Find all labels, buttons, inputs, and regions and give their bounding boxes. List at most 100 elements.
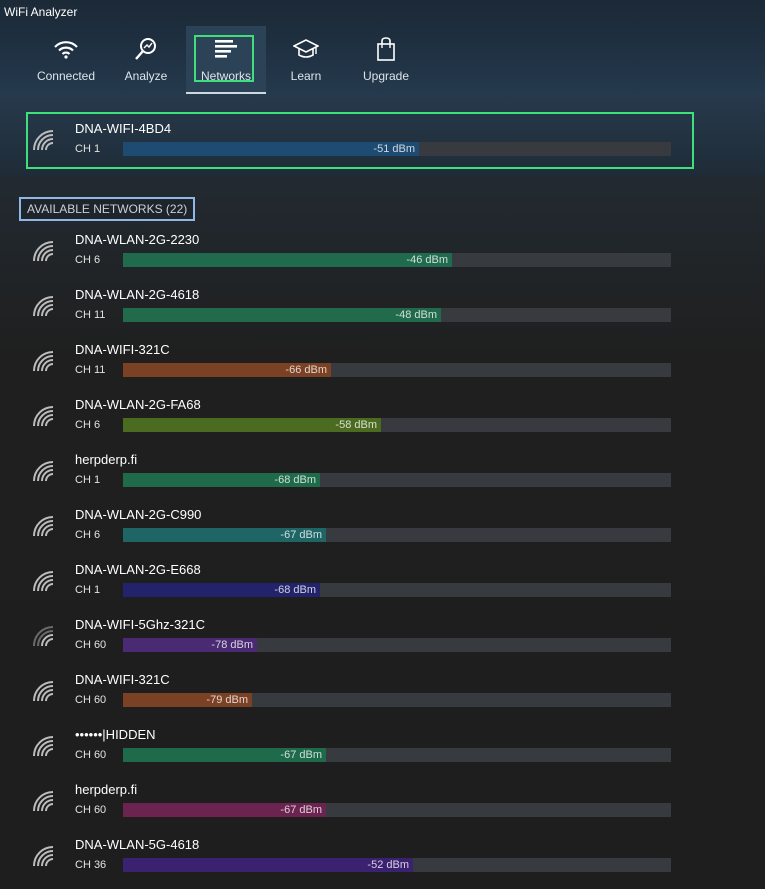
signal-strength: -67 dBm <box>280 749 322 761</box>
signal-bar-track: -68 dBm <box>123 473 671 487</box>
wifi-signal-icon <box>33 791 54 812</box>
network-ssid: ••••••|HIDDEN <box>75 727 156 742</box>
network-channel: CH 60 <box>75 694 107 706</box>
wifi-signal-icon <box>33 406 54 427</box>
network-ssid: DNA-WLAN-2G-C990 <box>75 507 202 522</box>
signal-bar-fill: -58 dBm <box>123 418 381 432</box>
network-row[interactable]: ••••••|HIDDEN CH 60 -67 dBm <box>0 724 765 779</box>
network-ssid: DNA-WLAN-2G-FA68 <box>75 397 201 412</box>
signal-strength: -58 dBm <box>335 419 377 431</box>
signal-bar-track: -67 dBm <box>123 528 671 542</box>
signal-bar-fill: -67 dBm <box>123 528 326 542</box>
signal-strength: -48 dBm <box>395 309 437 321</box>
wifi-signal-icon <box>33 241 54 262</box>
network-row[interactable]: DNA-WLAN-2G-2230 CH 6 -46 dBm <box>0 229 765 284</box>
network-ssid: DNA-WLAN-2G-4618 <box>75 287 200 302</box>
signal-bar-track: -52 dBm <box>123 858 671 872</box>
network-ssid: herpderp.fi <box>75 782 138 797</box>
wifi-icon <box>54 41 78 59</box>
signal-strength: -68 dBm <box>274 474 316 486</box>
network-channel: CH 1 <box>75 584 101 596</box>
networks-icon <box>215 40 237 58</box>
signal-bar-fill: -46 dBm <box>123 253 452 267</box>
network-channel: CH 60 <box>75 804 107 816</box>
network-ssid: DNA-WIFI-321C <box>75 342 170 357</box>
signal-bar-track: -58 dBm <box>123 418 671 432</box>
signal-bar-track: -46 dBm <box>123 253 671 267</box>
network-row[interactable]: DNA-WLAN-5G-4618 CH 36 -52 dBm <box>0 834 765 889</box>
nav-connected-label: Connected <box>36 69 96 83</box>
network-row[interactable]: herpderp.fi CH 60 -67 dBm <box>0 779 765 834</box>
wifi-signal-icon <box>33 681 54 702</box>
wifi-signal-icon <box>33 846 54 867</box>
network-channel: CH 1 <box>75 474 101 486</box>
signal-bar-track: -78 dBm <box>123 638 671 652</box>
graduation-cap-icon <box>293 39 319 58</box>
signal-bar-fill: -51 dBm <box>123 142 419 156</box>
wifi-signal-icon <box>33 626 54 647</box>
nav-analyze[interactable]: Analyze <box>106 26 186 94</box>
network-channel: CH 60 <box>75 639 107 651</box>
network-ssid: DNA-WLAN-2G-2230 <box>75 232 200 247</box>
network-row[interactable]: DNA-WLAN-2G-C990 CH 6 -67 dBm <box>0 504 765 559</box>
nav-networks[interactable]: Networks <box>186 26 266 94</box>
signal-strength: -67 dBm <box>280 804 322 816</box>
network-channel: CH 11 <box>75 364 106 376</box>
network-ssid: herpderp.fi <box>75 452 138 467</box>
signal-bar-track: -51 dBm <box>123 142 671 156</box>
network-row[interactable]: DNA-WIFI-321C CH 11 -66 dBm <box>0 339 765 394</box>
wifi-signal-icon <box>33 571 54 592</box>
network-row[interactable]: DNA-WLAN-2G-FA68 CH 6 -58 dBm <box>0 394 765 449</box>
signal-strength: -52 dBm <box>367 859 409 871</box>
network-channel: CH 6 <box>75 254 101 266</box>
network-row[interactable]: DNA-WIFI-5Ghz-321C CH 60 -78 dBm <box>0 614 765 669</box>
signal-bar-track: -67 dBm <box>123 803 671 817</box>
network-channel: CH 1 <box>75 143 101 155</box>
signal-bar-track: -48 dBm <box>123 308 671 322</box>
network-ssid: DNA-WIFI-321C <box>75 672 170 687</box>
signal-bar-fill: -79 dBm <box>123 693 252 707</box>
available-networks-header: AVAILABLE NETWORKS (22) <box>19 197 196 221</box>
signal-strength: -68 dBm <box>274 584 316 596</box>
network-channel: CH 60 <box>75 749 107 761</box>
connected-network-row[interactable]: DNA-WIFI-4BD4 CH 1 -51 dBm <box>0 118 765 173</box>
window-title: WiFi Analyzer <box>0 0 765 26</box>
network-ssid: DNA-WLAN-2G-E668 <box>75 562 201 577</box>
signal-bar-fill: -67 dBm <box>123 803 326 817</box>
network-channel: CH 11 <box>75 309 106 321</box>
signal-strength: -51 dBm <box>373 143 415 155</box>
signal-bar-fill: -68 dBm <box>123 583 320 597</box>
network-channel: CH 6 <box>75 529 101 541</box>
wifi-signal-icon <box>33 736 54 757</box>
signal-bar-fill: -67 dBm <box>123 748 326 762</box>
wifi-signal-icon <box>33 516 54 537</box>
wifi-signal-icon <box>33 461 54 482</box>
nav-upgrade-label: Upgrade <box>362 69 410 83</box>
signal-bar-fill: -48 dBm <box>123 308 441 322</box>
network-row[interactable]: DNA-WLAN-2G-4618 CH 11 -48 dBm <box>0 284 765 339</box>
network-row[interactable]: DNA-WIFI-321C CH 60 -79 dBm <box>0 669 765 724</box>
network-row[interactable]: DNA-WLAN-2G-E668 CH 1 -68 dBm <box>0 559 765 614</box>
signal-bar-track: -68 dBm <box>123 583 671 597</box>
nav-connected[interactable]: Connected <box>26 26 106 94</box>
nav-learn[interactable]: Learn <box>266 26 346 94</box>
signal-bar-track: -79 dBm <box>123 693 671 707</box>
signal-bar-fill: -66 dBm <box>123 363 331 377</box>
signal-bar-track: -67 dBm <box>123 748 671 762</box>
nav-bar: Connected Analyze Networks Learn Upgrade <box>26 26 426 94</box>
signal-bar-fill: -52 dBm <box>123 858 413 872</box>
nav-learn-label: Learn <box>290 69 322 83</box>
network-channel: CH 36 <box>75 859 107 871</box>
signal-bar-track: -66 dBm <box>123 363 671 377</box>
magnifier-icon <box>135 38 156 60</box>
network-channel: CH 6 <box>75 419 101 431</box>
nav-upgrade[interactable]: Upgrade <box>346 26 426 94</box>
signal-bar-fill: -68 dBm <box>123 473 320 487</box>
network-row[interactable]: herpderp.fi CH 1 -68 dBm <box>0 449 765 504</box>
wifi-signal-icon <box>33 296 54 317</box>
nav-networks-label: Networks <box>200 69 251 83</box>
wifi-signal-icon <box>33 130 54 151</box>
network-ssid: DNA-WIFI-5Ghz-321C <box>75 617 206 632</box>
signal-strength: -79 dBm <box>206 694 248 706</box>
wifi-signal-icon <box>33 351 54 372</box>
